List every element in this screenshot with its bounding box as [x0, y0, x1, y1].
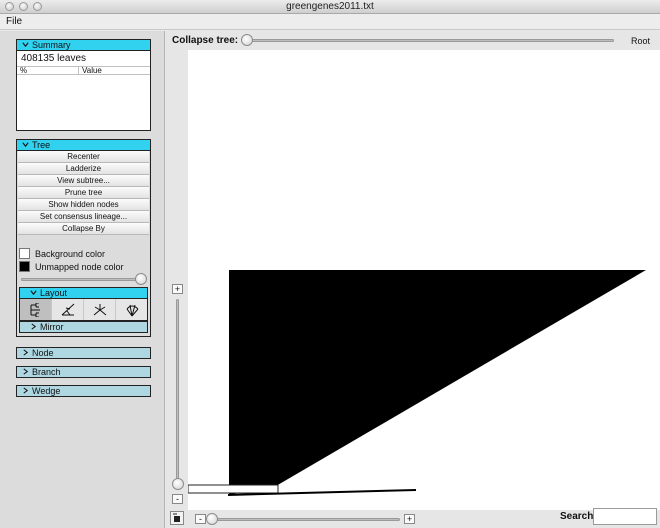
- window-title: greengenes2011.txt: [286, 1, 374, 12]
- size-slider-track[interactable]: [21, 278, 145, 281]
- tree-section: Tree Recenter Ladderize View subtree... …: [16, 139, 151, 337]
- layout-selector: [19, 299, 148, 321]
- branch-section: Branch: [16, 366, 151, 378]
- chevron-right-icon: [22, 367, 32, 377]
- zoom-in-horizontal-button[interactable]: +: [404, 514, 415, 524]
- chevron-down-icon: [22, 41, 32, 50]
- unrooted-layout-icon[interactable]: [84, 299, 116, 320]
- triangular-layout-icon[interactable]: [52, 299, 84, 320]
- export-button[interactable]: [170, 511, 184, 525]
- collapsed-clade-wedge[interactable]: [229, 270, 646, 495]
- node-header[interactable]: Node: [16, 347, 151, 359]
- node-header-label: Node: [32, 348, 54, 358]
- collapse-tree-label: Collapse tree:: [172, 35, 239, 46]
- layout-header[interactable]: Layout: [19, 287, 148, 299]
- radial-layout-icon[interactable]: [116, 299, 147, 320]
- set-consensus-lineage-button[interactable]: Set consensus lineage...: [18, 211, 149, 223]
- branch-header[interactable]: Branch: [16, 366, 151, 378]
- mirror-header-label: Mirror: [40, 322, 64, 332]
- vertical-zoom-knob[interactable]: [172, 478, 184, 490]
- tree-visualization[interactable]: [188, 50, 660, 510]
- layout-header-label: Layout: [40, 288, 68, 298]
- summary-table: 408135 leaves % Value: [16, 51, 151, 131]
- background-color-label: Background color: [35, 248, 106, 259]
- root-label: Root: [630, 36, 650, 46]
- summary-header[interactable]: Summary: [16, 39, 151, 51]
- wedge-section: Wedge: [16, 385, 151, 397]
- chevron-right-icon: [22, 386, 32, 396]
- window-titlebar: greengenes2011.txt: [0, 0, 660, 14]
- unmapped-color-label: Unmapped node color: [35, 261, 124, 272]
- tree-viewport[interactable]: [188, 50, 660, 510]
- unmapped-color-swatch[interactable]: [19, 261, 30, 272]
- tree-canvas-area: Collapse tree: Root + - - + Search:: [166, 31, 660, 528]
- prune-tree-button[interactable]: Prune tree: [18, 187, 149, 199]
- branch-header-label: Branch: [32, 367, 61, 377]
- horizontal-zoom-knob[interactable]: [206, 513, 218, 525]
- summary-section: Summary 408135 leaves % Value: [16, 39, 151, 131]
- export-icon: [173, 513, 180, 522]
- search-label: Search:: [560, 511, 597, 522]
- root-branch-box: [188, 484, 279, 494]
- vertical-zoom-track[interactable]: [176, 299, 179, 485]
- zoom-out-vertical-button[interactable]: -: [172, 494, 183, 504]
- summary-columns: % Value: [17, 66, 150, 75]
- recenter-button[interactable]: Recenter: [18, 151, 149, 163]
- node-section: Node: [16, 347, 151, 359]
- chevron-down-icon: [30, 289, 40, 298]
- tree-header-label: Tree: [32, 140, 51, 150]
- leaf-count: 408135 leaves: [21, 53, 87, 64]
- background-color-row: Background color: [17, 247, 150, 260]
- view-subtree-button[interactable]: View subtree...: [18, 175, 149, 187]
- menubar: File: [0, 14, 660, 30]
- tree-header[interactable]: Tree: [16, 139, 151, 151]
- search-input[interactable]: [593, 508, 657, 525]
- mirror-header[interactable]: Mirror: [19, 321, 148, 333]
- column-percent[interactable]: %: [17, 67, 79, 75]
- tree-body: Recenter Ladderize View subtree... Prune…: [16, 151, 151, 337]
- size-slider-knob[interactable]: [135, 273, 147, 285]
- menu-file[interactable]: File: [6, 16, 22, 27]
- summary-header-label: Summary: [32, 40, 71, 50]
- zoom-out-horizontal-button[interactable]: -: [195, 514, 206, 524]
- collapse-slider-knob[interactable]: [241, 34, 253, 46]
- show-hidden-nodes-button[interactable]: Show hidden nodes: [18, 199, 149, 211]
- control-panel: Summary 408135 leaves % Value Tree Recen…: [0, 31, 165, 528]
- chevron-down-icon: [22, 141, 32, 150]
- chevron-right-icon: [30, 322, 40, 332]
- chevron-right-icon: [22, 348, 32, 358]
- unmapped-color-row: Unmapped node color: [17, 260, 150, 273]
- rectangular-layout-icon[interactable]: [20, 299, 52, 320]
- column-value[interactable]: Value: [79, 67, 102, 75]
- zoom-in-vertical-button[interactable]: +: [172, 284, 183, 294]
- ladderize-button[interactable]: Ladderize: [18, 163, 149, 175]
- collapse-slider-track[interactable]: [246, 39, 614, 42]
- size-slider[interactable]: [17, 273, 150, 287]
- wedge-header[interactable]: Wedge: [16, 385, 151, 397]
- wedge-header-label: Wedge: [32, 386, 61, 396]
- collapse-by-button[interactable]: Collapse By: [18, 223, 149, 235]
- horizontal-zoom-track[interactable]: [210, 518, 400, 521]
- background-color-swatch[interactable]: [19, 248, 30, 259]
